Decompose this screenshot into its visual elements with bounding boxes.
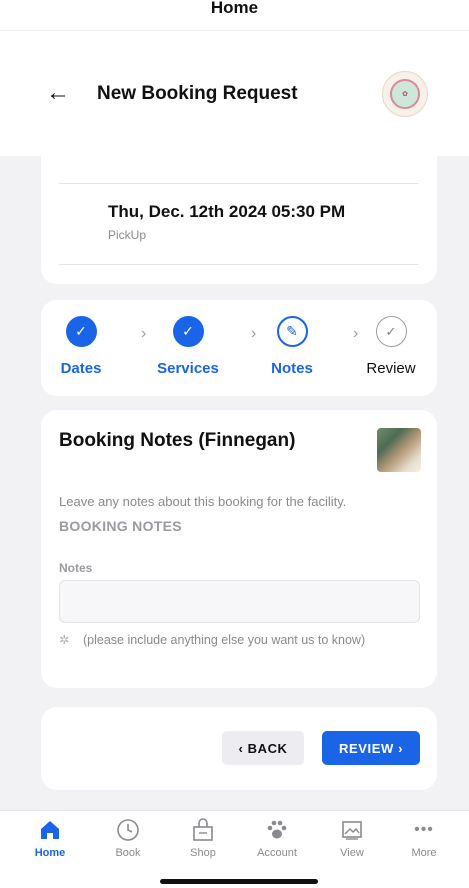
check-icon: ✓	[172, 316, 204, 347]
step-dates[interactable]: ✓ Dates	[41, 316, 121, 377]
shop-icon	[173, 818, 233, 842]
facility-logo: ✿	[382, 71, 428, 117]
arrow-left-icon[interactable]: ←	[46, 81, 72, 105]
tab-account[interactable]: Account	[247, 818, 307, 859]
hint-text: (please include anything else you want u…	[83, 633, 366, 647]
review-button[interactable]: REVIEW ›	[322, 731, 420, 765]
booking-stepper: ✓ Dates › ✓ Services › ✎ Notes › ✓ Revie…	[41, 300, 437, 396]
pickup-label: PickUp	[108, 228, 147, 242]
page-header: ← New Booking Request ✿	[0, 31, 469, 156]
divider	[59, 183, 419, 184]
step-label: Dates	[60, 360, 102, 377]
logo-emblem-icon: ✿	[390, 79, 420, 109]
tab-view[interactable]: View	[322, 818, 382, 859]
top-title: Home	[0, 0, 469, 30]
notes-input[interactable]	[59, 580, 420, 623]
pet-avatar	[377, 428, 421, 472]
pickup-datetime: Thu, Dec. 12th 2024 05:30 PM	[108, 202, 346, 221]
home-indicator	[160, 879, 318, 884]
step-label: Review	[366, 360, 416, 377]
tab-shop[interactable]: Shop	[173, 818, 233, 859]
tab-book[interactable]: Book	[98, 818, 158, 859]
tab-label: More	[411, 847, 437, 859]
tab-bar: Home Book Shop Account View ••• More	[0, 810, 469, 888]
more-icon: •••	[414, 821, 434, 838]
check-icon: ✓	[65, 316, 97, 347]
booking-notes-card: Booking Notes (Finnegan) Leave any notes…	[41, 410, 437, 688]
notes-section-heading: BOOKING NOTES	[59, 518, 182, 534]
step-notes[interactable]: ✎ Notes	[252, 316, 332, 377]
step-label: Services	[157, 360, 219, 377]
chevron-right-icon: ›	[141, 325, 147, 342]
back-button[interactable]: ‹ BACK	[222, 731, 304, 765]
pickup-card: Thu, Dec. 12th 2024 05:30 PM PickUp	[41, 156, 437, 284]
home-icon	[20, 818, 80, 842]
check-icon: ✓	[375, 316, 407, 347]
pencil-icon: ✎	[276, 316, 308, 347]
notes-title: Booking Notes (Finnegan)	[59, 430, 296, 451]
divider	[59, 264, 419, 265]
step-services[interactable]: ✓ Services	[148, 316, 228, 377]
paw-icon	[247, 818, 307, 842]
tab-label: Book	[115, 847, 141, 859]
tab-more[interactable]: ••• More	[394, 818, 454, 859]
tab-label: Shop	[190, 847, 216, 859]
tab-label: View	[340, 847, 364, 859]
notes-description: Leave any notes about this booking for t…	[59, 494, 347, 509]
lightbulb-icon: ✲	[59, 633, 70, 647]
page-title: New Booking Request	[97, 83, 298, 104]
gallery-icon	[322, 818, 382, 842]
actions-card: ‹ BACK REVIEW ›	[41, 707, 437, 790]
tab-home[interactable]: Home	[20, 818, 80, 859]
tab-label: Home	[34, 847, 66, 859]
tab-label: Account	[257, 847, 297, 859]
step-review[interactable]: ✓ Review	[351, 316, 431, 377]
notes-field-label: Notes	[59, 561, 93, 575]
notes-hint: ✲ (please include anything else you want …	[59, 632, 365, 647]
step-label: Notes	[271, 360, 313, 377]
clock-icon	[98, 818, 158, 842]
